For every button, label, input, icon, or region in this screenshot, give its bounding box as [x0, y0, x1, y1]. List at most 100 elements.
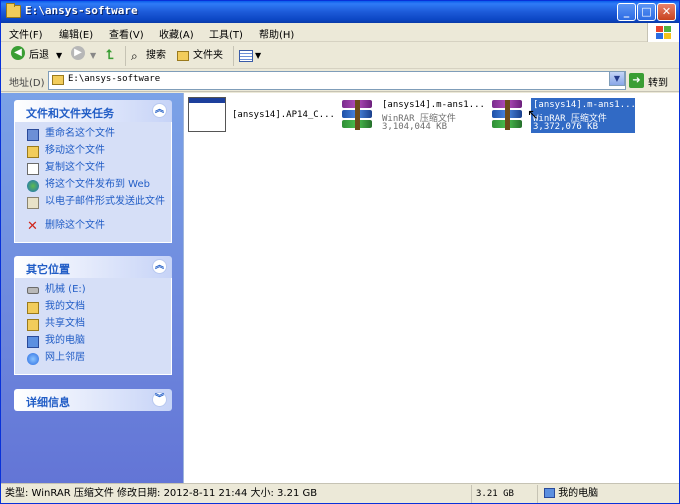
address-path: E:\ansys-software	[68, 74, 161, 84]
expand-chevron-icon[interactable]: ︾	[152, 392, 167, 407]
place-drive-e[interactable]: 机械 (E:)	[15, 284, 171, 301]
go-label: 转到	[648, 78, 668, 89]
back-dropdown-icon[interactable]: ▼	[56, 47, 62, 65]
place-my-computer[interactable]: 我的电脑	[15, 335, 171, 352]
task-copy[interactable]: 复制这个文件	[15, 162, 171, 179]
details-panel: 详细信息 ︾	[14, 389, 172, 411]
rename-icon	[27, 129, 39, 141]
file-tasks-header[interactable]: 文件和文件夹任务 ︽	[14, 100, 172, 122]
winrar-archive-icon	[490, 100, 524, 130]
details-header[interactable]: 详细信息 ︾	[14, 389, 172, 411]
go-arrow-icon: ➜	[629, 73, 644, 88]
delete-icon: ✕	[27, 219, 38, 234]
search-icon: ⌕	[131, 49, 138, 63]
views-dropdown-icon[interactable]: ▼	[255, 47, 261, 65]
forward-arrow-icon[interactable]: ▶	[71, 46, 85, 60]
status-info: 类型: WinRAR 压缩文件 修改日期: 2012-8-11 21:44 大小…	[5, 488, 318, 499]
other-places-title: 其它位置	[26, 263, 70, 276]
collapse-chevron-icon[interactable]: ︽	[152, 103, 167, 118]
shared-documents-icon	[27, 319, 39, 331]
task-move[interactable]: 移动这个文件	[15, 145, 171, 162]
task-label: 删除这个文件	[45, 220, 105, 231]
address-input[interactable]: E:\ansys-software	[48, 71, 626, 90]
menu-tools[interactable]: 工具(T)	[209, 26, 243, 41]
address-dropdown-icon[interactable]: ▼	[609, 71, 625, 86]
forward-dropdown-icon[interactable]: ▼	[90, 47, 96, 65]
status-location-label: 我的电脑	[558, 488, 599, 499]
address-label: 地址(D)	[9, 78, 45, 89]
place-label: 我的电脑	[45, 335, 85, 346]
web-publish-icon	[27, 180, 39, 192]
winrar-archive-icon	[340, 100, 374, 130]
task-label: 复制这个文件	[45, 162, 105, 173]
address-bar: 地址(D) E:\ansys-software ▼ ➜ 转到	[1, 70, 679, 92]
file-size: 3,372,076 KB	[533, 122, 599, 132]
file-item[interactable]: [ansys14].AP14_C...	[188, 97, 335, 137]
folders-button[interactable]: 文件夹	[193, 47, 223, 65]
title-bar[interactable]: E:\ansys-software _ □ ✕	[1, 1, 679, 23]
email-icon	[27, 197, 39, 209]
my-documents-icon	[27, 302, 39, 314]
file-tasks-body: 重命名这个文件 移动这个文件 复制这个文件 将这个文件发布到 Web 以电子邮件…	[14, 122, 172, 243]
file-name: [ansys14].AP14_C...	[232, 110, 335, 120]
file-item-selected[interactable]: [ansys14].m-ans1... WinRAR 压缩文件 3,372,07…	[490, 97, 636, 137]
place-label: 我的文档	[45, 301, 85, 312]
back-button[interactable]: 后退	[29, 47, 49, 65]
collapse-chevron-icon[interactable]: ︽	[152, 259, 167, 274]
move-icon	[27, 146, 39, 158]
back-arrow-icon[interactable]: ◀	[11, 46, 25, 60]
file-tasks-panel: 文件和文件夹任务 ︽ 重命名这个文件 移动这个文件 复制这个文件 将这个文件发布…	[14, 100, 172, 243]
menu-favorites[interactable]: 收藏(A)	[159, 26, 194, 41]
folder-icon	[52, 75, 64, 85]
views-icon[interactable]	[239, 50, 253, 62]
go-button[interactable]: ➜ 转到	[629, 72, 675, 90]
file-name: [ansys14].m-ans1...	[382, 100, 485, 110]
copy-icon	[27, 163, 39, 175]
close-button[interactable]: ✕	[657, 3, 676, 21]
task-pane: 文件和文件夹任务 ︽ 重命名这个文件 移动这个文件 复制这个文件 将这个文件发布…	[1, 93, 183, 483]
task-publish-web[interactable]: 将这个文件发布到 Web	[15, 179, 171, 196]
menu-file[interactable]: 文件(F)	[9, 26, 43, 41]
task-label: 重命名这个文件	[45, 128, 115, 139]
place-shared-documents[interactable]: 共享文档	[15, 318, 171, 335]
folders-icon	[177, 51, 189, 61]
file-tasks-title: 文件和文件夹任务	[26, 107, 114, 120]
place-label: 共享文档	[45, 318, 85, 329]
task-label: 以电子邮件形式发送此文件	[45, 196, 165, 207]
toolbar-separator	[125, 46, 126, 66]
minimize-button[interactable]: _	[617, 3, 636, 21]
status-bar: 类型: WinRAR 压缩文件 修改日期: 2012-8-11 21:44 大小…	[1, 483, 679, 503]
search-button[interactable]: 搜索	[146, 47, 166, 65]
my-computer-icon	[27, 336, 39, 348]
details-title: 详细信息	[26, 396, 70, 409]
file-list: [ansys14].AP14_C... [ansys14].m-ans1... …	[183, 93, 679, 483]
menu-view[interactable]: 查看(V)	[109, 26, 144, 41]
network-icon	[27, 353, 39, 365]
menu-edit[interactable]: 编辑(E)	[59, 26, 93, 41]
file-item[interactable]: [ansys14].m-ans1... WinRAR 压缩文件 3,104,04…	[340, 97, 485, 137]
place-label: 网上邻居	[45, 352, 85, 363]
other-places-header[interactable]: 其它位置 ︽	[14, 256, 172, 278]
menu-bar: 文件(F) 编辑(E) 查看(V) 收藏(A) 工具(T) 帮助(H)	[1, 23, 679, 42]
my-computer-icon	[544, 488, 555, 498]
task-label: 将这个文件发布到 Web	[45, 179, 150, 190]
task-email[interactable]: 以电子邮件形式发送此文件	[15, 196, 171, 220]
file-name: [ansys14].m-ans1...	[533, 100, 636, 110]
program-window-icon	[188, 97, 226, 132]
status-location: 我的电脑	[537, 485, 679, 503]
status-size: 3.21 GB	[471, 485, 537, 503]
task-label: 移动这个文件	[45, 145, 105, 156]
file-size: 3,104,044 KB	[382, 122, 448, 132]
drive-icon	[27, 287, 39, 294]
explorer-window: E:\ansys-software _ □ ✕ 文件(F) 编辑(E) 查看(V…	[0, 0, 680, 504]
task-delete[interactable]: ✕ 删除这个文件	[15, 220, 171, 237]
place-my-documents[interactable]: 我的文档	[15, 301, 171, 318]
place-network[interactable]: 网上邻居	[15, 352, 171, 369]
up-folder-icon[interactable]: ⮤	[106, 47, 114, 65]
menu-help[interactable]: 帮助(H)	[259, 26, 294, 41]
place-label: 机械 (E:)	[45, 284, 86, 295]
mouse-cursor-icon: ↖	[527, 107, 539, 123]
folder-icon	[6, 3, 21, 18]
maximize-button[interactable]: □	[637, 3, 656, 21]
task-rename[interactable]: 重命名这个文件	[15, 128, 171, 145]
